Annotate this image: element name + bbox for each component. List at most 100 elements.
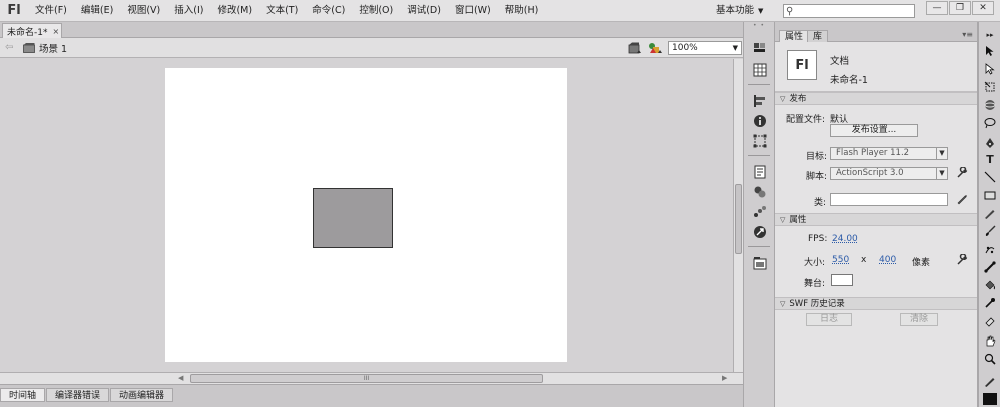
swf-history-section-header[interactable]: ▽ SWF 历史记录 xyxy=(775,297,977,310)
publish-section-header[interactable]: ▽ 发布 xyxy=(775,92,977,105)
horizontal-scroll-thumb[interactable]: III xyxy=(190,374,543,383)
align-icon[interactable] xyxy=(753,94,767,108)
menu-file[interactable]: 文件(F) xyxy=(28,0,74,22)
search-input[interactable] xyxy=(796,5,912,17)
code-snippets-icon[interactable] xyxy=(753,165,767,179)
panel-icon-dock: • • xyxy=(743,22,775,407)
restore-button[interactable]: ❐ xyxy=(949,1,971,15)
motion-presets-icon[interactable] xyxy=(753,205,767,219)
log-button[interactable]: 日志 xyxy=(806,313,852,326)
rectangle-tool-icon[interactable] xyxy=(982,188,998,202)
swf-history-header-label: SWF 历史记录 xyxy=(789,299,845,309)
scene-panel-icon[interactable] xyxy=(753,256,767,270)
fill-color-icon[interactable] xyxy=(982,392,998,406)
rectangle-shape[interactable] xyxy=(313,188,393,248)
bone-tool-icon[interactable] xyxy=(982,260,998,274)
components-icon[interactable] xyxy=(753,185,767,199)
menu-modify[interactable]: 修改(M) xyxy=(210,0,259,22)
edit-symbols-icon[interactable] xyxy=(648,42,662,54)
height-value[interactable]: 400 xyxy=(879,255,896,265)
free-transform-tool-icon[interactable] xyxy=(982,80,998,94)
collapse-triangle-icon: ▽ xyxy=(780,216,786,224)
width-value[interactable]: 550 xyxy=(832,255,849,265)
publish-header-label: 发布 xyxy=(789,94,807,104)
dock-grip[interactable]: • • xyxy=(744,22,774,30)
script-label: 脚本: xyxy=(806,172,828,182)
tab-motion-editor[interactable]: 动画编辑器 xyxy=(110,388,174,402)
tab-properties[interactable]: 属性 xyxy=(779,30,810,42)
wrench-icon[interactable] xyxy=(956,167,968,179)
minimize-button[interactable]: — xyxy=(926,1,948,15)
stroke-color-icon[interactable] xyxy=(982,374,998,388)
lasso-tool-icon[interactable] xyxy=(982,116,998,130)
color-icon[interactable] xyxy=(753,40,767,54)
close-icon[interactable]: × xyxy=(52,27,59,36)
menu-insert[interactable]: 插入(I) xyxy=(167,0,210,22)
document-tab[interactable]: 未命名-1* × xyxy=(2,23,62,38)
menu-debug[interactable]: 调试(D) xyxy=(400,0,448,22)
wrench-icon[interactable] xyxy=(956,254,968,266)
target-select[interactable]: Flash Player 11.2 ▼ xyxy=(830,147,948,160)
back-arrow-icon[interactable]: ⇦ xyxy=(5,42,19,53)
menu-view[interactable]: 视图(V) xyxy=(120,0,167,22)
deco-tool-icon[interactable] xyxy=(982,242,998,256)
paint-bucket-tool-icon[interactable] xyxy=(982,278,998,292)
chevron-down-icon: ▼ xyxy=(758,7,764,15)
info-icon[interactable] xyxy=(753,114,767,128)
zoom-select[interactable]: 100% ▼ xyxy=(668,41,742,55)
close-button[interactable]: ✕ xyxy=(972,1,994,15)
line-tool-icon[interactable] xyxy=(982,170,998,184)
menu-commands[interactable]: 命令(C) xyxy=(305,0,352,22)
stage[interactable] xyxy=(165,68,567,362)
swatches-icon[interactable] xyxy=(753,63,767,77)
search-box[interactable]: ⚲ xyxy=(783,4,915,18)
collapse-triangle-icon: ▽ xyxy=(780,300,786,308)
publish-settings-button[interactable]: 发布设置... xyxy=(830,124,918,137)
panel-menu-icon[interactable]: ▾≡ xyxy=(962,30,973,39)
subselection-tool-icon[interactable] xyxy=(982,62,998,76)
tab-compiler-errors[interactable]: 编译器错误 xyxy=(46,388,110,402)
edit-scene-icon[interactable] xyxy=(628,42,642,54)
transform-icon[interactable] xyxy=(753,134,767,148)
selection-tool-icon[interactable] xyxy=(982,44,998,58)
menu-bar: Fl 文件(F) 编辑(E) 视图(V) 插入(I) 修改(M) 文本(T) 命… xyxy=(0,0,1000,22)
vertical-scrollbar[interactable] xyxy=(733,59,743,372)
dock-separator xyxy=(748,84,770,85)
brush-tool-icon[interactable] xyxy=(982,224,998,238)
script-value: ActionScript 3.0 xyxy=(836,168,904,178)
pasteboard[interactable] xyxy=(0,59,733,372)
scroll-left-icon[interactable]: ◀ xyxy=(178,374,183,382)
fps-value[interactable]: 24.00 xyxy=(832,234,858,244)
clear-button[interactable]: 清除 xyxy=(900,313,938,326)
menu-control[interactable]: 控制(O) xyxy=(352,0,400,22)
tab-library[interactable]: 库 xyxy=(807,30,829,42)
menu-window[interactable]: 窗口(W) xyxy=(448,0,498,22)
eyedropper-tool-icon[interactable] xyxy=(982,296,998,310)
vertical-scroll-thumb[interactable] xyxy=(735,184,742,254)
menu-text[interactable]: 文本(T) xyxy=(259,0,305,22)
zoom-tool-icon[interactable] xyxy=(982,352,998,366)
workspace-switcher[interactable]: 基本功能 ▼ xyxy=(716,0,763,22)
menu-help[interactable]: 帮助(H) xyxy=(498,0,546,22)
class-input[interactable] xyxy=(830,193,948,206)
scroll-right-icon[interactable]: ▶ xyxy=(722,374,727,382)
script-select[interactable]: ActionScript 3.0 ▼ xyxy=(830,167,948,180)
horizontal-scrollbar[interactable]: ◀ III ▶ xyxy=(0,372,743,384)
pen-tool-icon[interactable] xyxy=(982,136,998,150)
text-tool-icon[interactable]: T xyxy=(982,152,998,166)
tools-grip-icon[interactable]: ▸▸ xyxy=(982,28,998,42)
eraser-tool-icon[interactable] xyxy=(982,314,998,328)
pencil-tool-icon[interactable] xyxy=(982,206,998,220)
project-icon[interactable] xyxy=(753,225,767,239)
3d-rotation-tool-icon[interactable] xyxy=(982,98,998,112)
fps-label: FPS: xyxy=(808,234,828,244)
hand-tool-icon[interactable] xyxy=(982,334,998,348)
tab-timeline[interactable]: 时间轴 xyxy=(0,388,46,402)
properties-section-header[interactable]: ▽ 属性 xyxy=(775,213,977,226)
scene-label[interactable]: 场景 1 xyxy=(39,41,67,55)
app-logo: Fl xyxy=(7,3,21,18)
stage-color-swatch[interactable] xyxy=(831,274,853,286)
document-name[interactable]: 未命名-1 xyxy=(830,72,868,86)
pencil-icon[interactable] xyxy=(956,193,968,205)
menu-edit[interactable]: 编辑(E) xyxy=(74,0,120,22)
